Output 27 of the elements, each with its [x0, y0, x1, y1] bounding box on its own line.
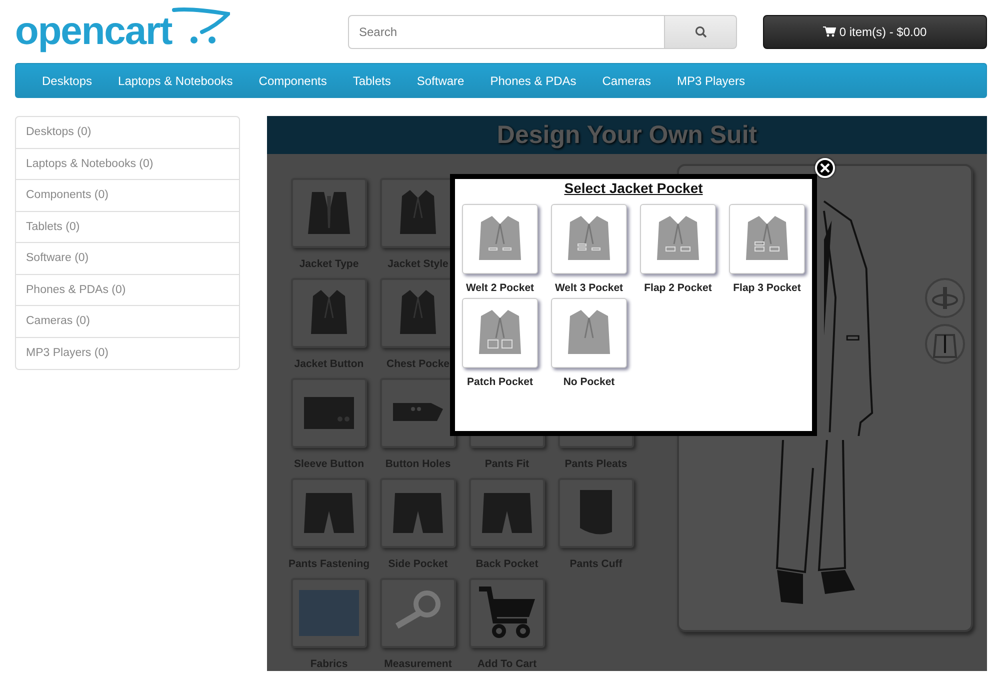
category-link[interactable]: Software (0)	[16, 243, 239, 274]
category-link[interactable]: Laptops & Notebooks (0)	[16, 148, 239, 180]
category-link[interactable]: Tablets (0)	[16, 212, 239, 243]
logo-text[interactable]: opencart	[15, 10, 172, 54]
pocket-option-label: No Pocket	[563, 376, 615, 388]
cart-button[interactable]: 0 item(s) - $0.00	[763, 14, 987, 48]
pocket-option-label: Flap 2 Pocket	[644, 282, 712, 294]
menu-link[interactable]: Phones & PDAs	[477, 74, 590, 88]
pocket-option-label: Patch Pocket	[467, 376, 533, 388]
menu-link[interactable]: Cameras	[589, 74, 664, 88]
category-link[interactable]: Cameras (0)	[16, 306, 239, 338]
pocket-option-label: Welt 2 Pocket	[466, 282, 534, 294]
menu-link[interactable]: Software	[404, 74, 478, 88]
menu-link[interactable]: Tablets	[340, 74, 404, 88]
category-link[interactable]: Components (0)	[16, 180, 239, 212]
pocket-option-label: Flap 3 Pocket	[733, 282, 801, 294]
category-link[interactable]: Desktops (0)	[16, 117, 239, 148]
category-link[interactable]: MP3 Players (0)	[16, 338, 239, 369]
search-field[interactable]: Search	[348, 14, 665, 48]
dialog-title: Select Jacket Pocket	[564, 180, 703, 196]
menu-link[interactable]: Components	[246, 74, 340, 88]
menu-link[interactable]: MP3 Players	[664, 74, 758, 88]
menu-link[interactable]: Desktops	[29, 74, 106, 88]
designer-title: Design Your Own Suit	[496, 120, 758, 150]
pocket-option-label: Welt 3 Pocket	[554, 282, 624, 294]
menu-link[interactable]: Laptops & Notebooks	[105, 74, 246, 88]
category-link[interactable]: Phones & PDAs (0)	[16, 274, 239, 306]
